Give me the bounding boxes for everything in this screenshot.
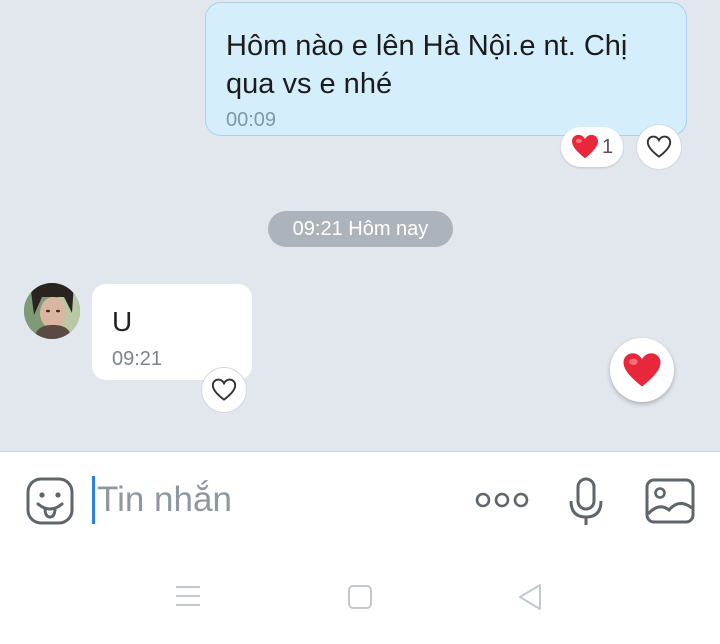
message-input[interactable]: Tin nhắn bbox=[92, 476, 232, 524]
outgoing-message-time: 00:09 bbox=[226, 109, 277, 131]
outgoing-message-bubble[interactable]: Hôm nào e lên Hà Nội.e nt. Chị qua vs e … bbox=[205, 2, 687, 136]
outgoing-message-text: Hôm nào e lên Hà Nội.e nt. Chị qua vs e … bbox=[226, 30, 628, 100]
home-icon[interactable] bbox=[347, 584, 373, 610]
avatar[interactable] bbox=[24, 283, 80, 339]
menu-icon[interactable] bbox=[175, 585, 201, 607]
date-separator: 09:21 Hôm nay bbox=[268, 211, 453, 247]
image-icon[interactable] bbox=[645, 478, 695, 524]
react-button[interactable] bbox=[636, 124, 682, 170]
heart-outline-icon bbox=[211, 378, 237, 401]
reaction-summary[interactable]: 1 bbox=[561, 127, 623, 167]
incoming-message-text: U bbox=[112, 306, 133, 337]
system-navigation-bar bbox=[0, 549, 720, 644]
incoming-message-time: 09:21 bbox=[112, 348, 163, 370]
more-icon[interactable] bbox=[475, 490, 529, 510]
heart-outline-icon bbox=[646, 135, 672, 158]
text-cursor bbox=[92, 476, 95, 524]
message-placeholder: Tin nhắn bbox=[97, 480, 232, 519]
sticker-icon[interactable] bbox=[26, 477, 74, 525]
reaction-count: 1 bbox=[601, 135, 614, 158]
mic-icon[interactable] bbox=[568, 477, 604, 527]
heart-icon bbox=[623, 352, 661, 387]
incoming-message-bubble[interactable]: U 09:21 bbox=[92, 284, 252, 380]
back-icon[interactable] bbox=[516, 582, 544, 612]
react-button-incoming[interactable] bbox=[201, 367, 247, 413]
quick-heart-button[interactable] bbox=[610, 338, 674, 402]
message-composer: Tin nhắn bbox=[0, 451, 720, 550]
heart-icon bbox=[571, 134, 598, 159]
chat-area[interactable]: Hôm nào e lên Hà Nội.e nt. Chị qua vs e … bbox=[0, 0, 720, 451]
